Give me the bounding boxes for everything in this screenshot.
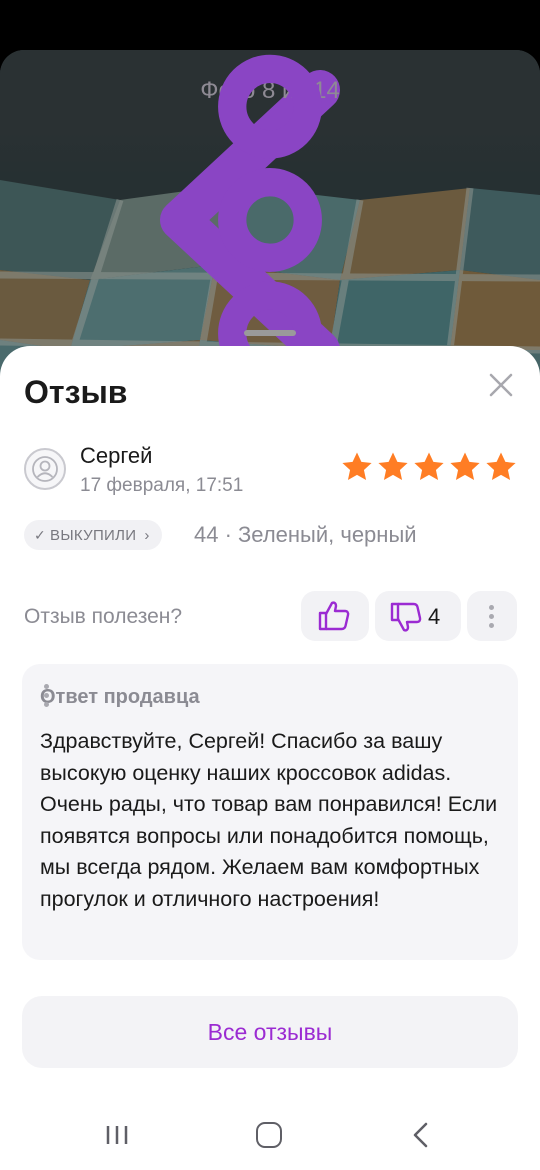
seller-reply-more-icon[interactable] [44,684,50,712]
thumbs-up-icon [318,601,350,631]
dislike-count: 4 [428,604,441,629]
user-avatar-icon [32,456,58,482]
close-icon[interactable] [488,372,514,398]
system-nav-bar [0,1100,540,1170]
sheet-drag-handle[interactable] [244,330,296,336]
all-reviews-button[interactable]: Все отзывы [22,996,518,1068]
seller-reply-card: Ответ продавца Здравствуйте, Сергей! Спа… [22,664,518,960]
seller-reply-title: Ответ продавца [40,686,200,708]
sheet-title: Отзыв [24,374,128,410]
dislike-button[interactable]: 4 [375,591,461,641]
purchased-badge[interactable]: ✓ ВЫКУПИЛИ › [24,520,162,550]
review-photo[interactable]: Фото 8 из 14 [0,50,540,390]
badge-label: ВЫКУПИЛИ [50,526,137,544]
star-icon [414,452,444,481]
chevron-right-icon: › [144,526,150,544]
star-icon [486,452,516,481]
helpful-question: Отзыв полезен? [24,605,183,628]
recent-apps-icon[interactable] [104,1124,130,1146]
star-icon [450,452,480,481]
seller-reply-text: Здравствуйте, Сергей! Спасибо за вашу вы… [40,729,498,911]
author-name: Сергей [80,443,153,468]
like-button[interactable] [301,591,369,641]
thumbs-down-icon [390,602,422,632]
rating-stars [340,450,518,484]
home-icon[interactable] [256,1122,282,1148]
back-icon[interactable] [408,1122,434,1148]
more-vertical-icon [489,605,495,629]
product-variant: 44 · Зеленый, черный [194,522,417,547]
star-icon [342,452,372,481]
check-icon: ✓ [34,526,47,543]
star-icon [378,452,408,481]
author-avatar [24,448,66,490]
review-date: 17 февраля, 17:51 [80,475,244,496]
more-vertical-icon[interactable] [0,50,540,390]
review-sheet: Отзыв Сергей 17 февраля, 17:51 ✓ ВЫКУПИЛ… [0,346,540,1170]
review-more-button[interactable] [467,591,517,641]
